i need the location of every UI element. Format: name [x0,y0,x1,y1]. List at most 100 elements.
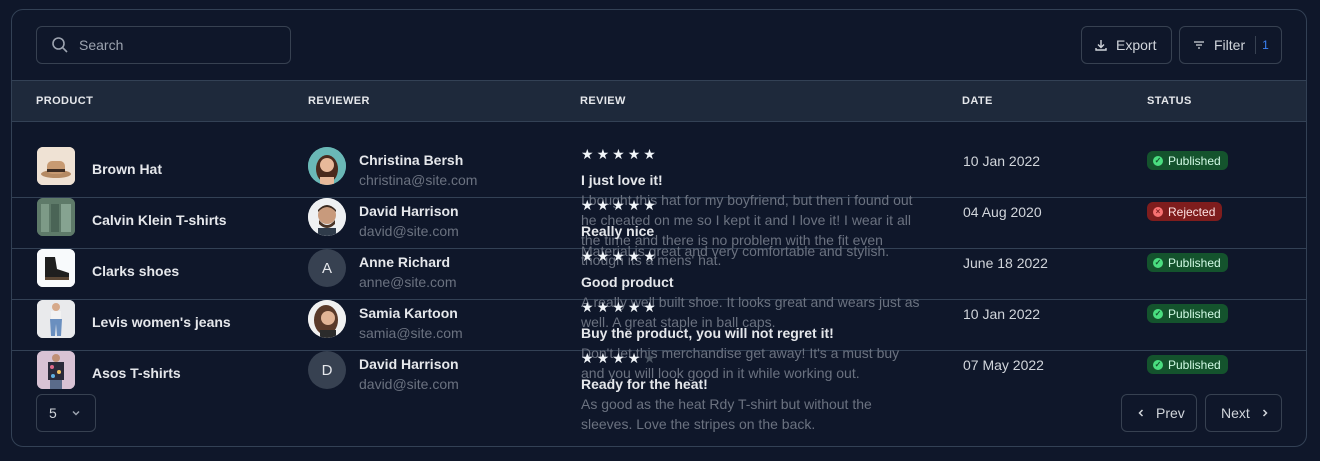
reviewer-email: david@site.com [359,376,459,392]
hat-icon [37,147,75,185]
reviewer-name: David Harrison [359,356,459,372]
status-label: Published [1168,357,1221,372]
status-badge: ✓ Published [1147,253,1228,272]
star-filled-icon: ★ [643,299,656,315]
reviewer-email: david@site.com [359,223,459,239]
review-title: Good product [581,274,674,290]
product-thumbnail [37,249,75,287]
star-filled-icon: ★ [643,248,656,264]
column-header-review[interactable]: REVIEW [580,95,626,107]
avatar: D [308,351,346,389]
star-filled-icon: ★ [627,248,641,264]
review-date: 04 Aug 2020 [963,204,1042,220]
check-icon: ✓ [1153,308,1163,319]
star-filled-icon: ★ [627,299,641,315]
review-date: June 18 2022 [963,255,1048,271]
column-header-product[interactable]: PRODUCT [36,95,93,107]
reviewer-name: Christina Bersh [359,152,464,168]
reviewer-name: Samia Kartoon [359,305,458,321]
review-title: Ready for the heat! [581,376,708,392]
star-filled-icon: ★ [612,350,625,366]
product-name[interactable]: Levis women's jeans [92,314,231,330]
star-filled-icon: ★ [643,197,656,213]
star-filled-icon: ★ [612,248,625,264]
tshirt-icon [37,351,75,389]
reviewer-email: samia@site.com [359,325,463,341]
search-input[interactable] [79,37,279,53]
chevron-left-icon [1138,409,1144,417]
export-button[interactable]: Export [1081,26,1172,64]
star-filled-icon: ★ [581,350,594,366]
prev-label: Prev [1156,405,1185,421]
person-photo-icon [308,147,346,185]
review-date: 07 May 2022 [963,357,1044,373]
page-size-select[interactable]: 5 [36,394,96,432]
review-title: I just love it! [581,172,663,188]
product-thumbnail [37,351,75,389]
star-filled-icon: ★ [627,350,641,366]
avatar-initial: D [321,361,333,379]
product-name[interactable]: Clarks shoes [92,263,179,279]
page-size-value: 5 [49,405,57,421]
reviews-card: Export Filter 1 PRODUCT REVIEWER REVIEW … [11,9,1307,447]
chevron-right-icon [1262,409,1268,417]
search-box[interactable] [36,26,291,64]
avatar: A [308,249,346,287]
star-filled-icon: ★ [581,146,594,162]
chevron-down-icon [72,410,80,416]
reviewer-name: David Harrison [359,203,459,219]
status-label: Published [1168,306,1221,321]
column-header-date[interactable]: DATE [962,95,993,107]
prev-page-button[interactable]: Prev [1121,394,1197,432]
filter-label: Filter [1214,37,1246,53]
filter-count-badge: 1 [1255,36,1269,54]
status-badge: ✓ Published [1147,304,1228,323]
status-label: Rejected [1168,204,1216,219]
star-filled-icon: ★ [612,299,625,315]
star-filled-icon: ★ [627,197,641,213]
avatar [308,198,346,236]
column-header-status[interactable]: STATUS [1147,95,1192,107]
status-label: Published [1168,153,1221,168]
star-filled-icon: ★ [627,146,641,162]
person-photo-icon [308,198,346,236]
star-filled-icon: ★ [581,248,594,264]
status-badge: × Rejected [1147,202,1223,221]
shoe-icon [37,249,75,287]
status-label: Published [1168,255,1221,270]
rating-stars: ★ ★ ★ ★ ★ [581,351,656,365]
product-thumbnail [37,300,75,338]
reviewer-email: anne@site.com [359,274,457,290]
star-filled-icon: ★ [596,197,610,213]
search-icon [52,37,68,53]
product-name[interactable]: Asos T-shirts [92,365,181,381]
next-label: Next [1221,405,1250,421]
x-icon: × [1153,206,1163,217]
star-filled-icon: ★ [581,299,594,315]
column-header-reviewer[interactable]: REVIEWER [308,95,370,107]
avatar [308,147,346,185]
tshirt-icon [37,198,75,236]
filter-button[interactable]: Filter 1 [1179,26,1282,64]
star-filled-icon: ★ [596,146,610,162]
product-name[interactable]: Calvin Klein T-shirts [92,212,227,228]
product-thumbnail [37,147,75,185]
next-page-button[interactable]: Next [1205,394,1282,432]
star-filled-icon: ★ [596,350,610,366]
avatar [308,300,346,338]
star-filled-icon: ★ [612,146,625,162]
rating-stars: ★ ★ ★ ★ ★ [581,249,656,263]
star-filled-icon: ★ [596,248,610,264]
rating-stars: ★ ★ ★ ★ ★ [581,198,656,212]
product-name[interactable]: Brown Hat [92,161,162,177]
rating-stars: ★ ★ ★ ★ ★ [581,147,656,161]
status-badge: ✓ Published [1147,151,1228,170]
product-thumbnail [37,198,75,236]
star-filled-icon: ★ [596,299,610,315]
review-title: Buy the product, you will not regret it! [581,325,834,341]
star-filled-icon: ★ [643,146,656,162]
export-label: Export [1116,37,1157,53]
jeans-icon [37,300,75,338]
table-header: PRODUCT REVIEWER REVIEW DATE STATUS [12,80,1306,122]
review-date: 10 Jan 2022 [963,153,1041,169]
